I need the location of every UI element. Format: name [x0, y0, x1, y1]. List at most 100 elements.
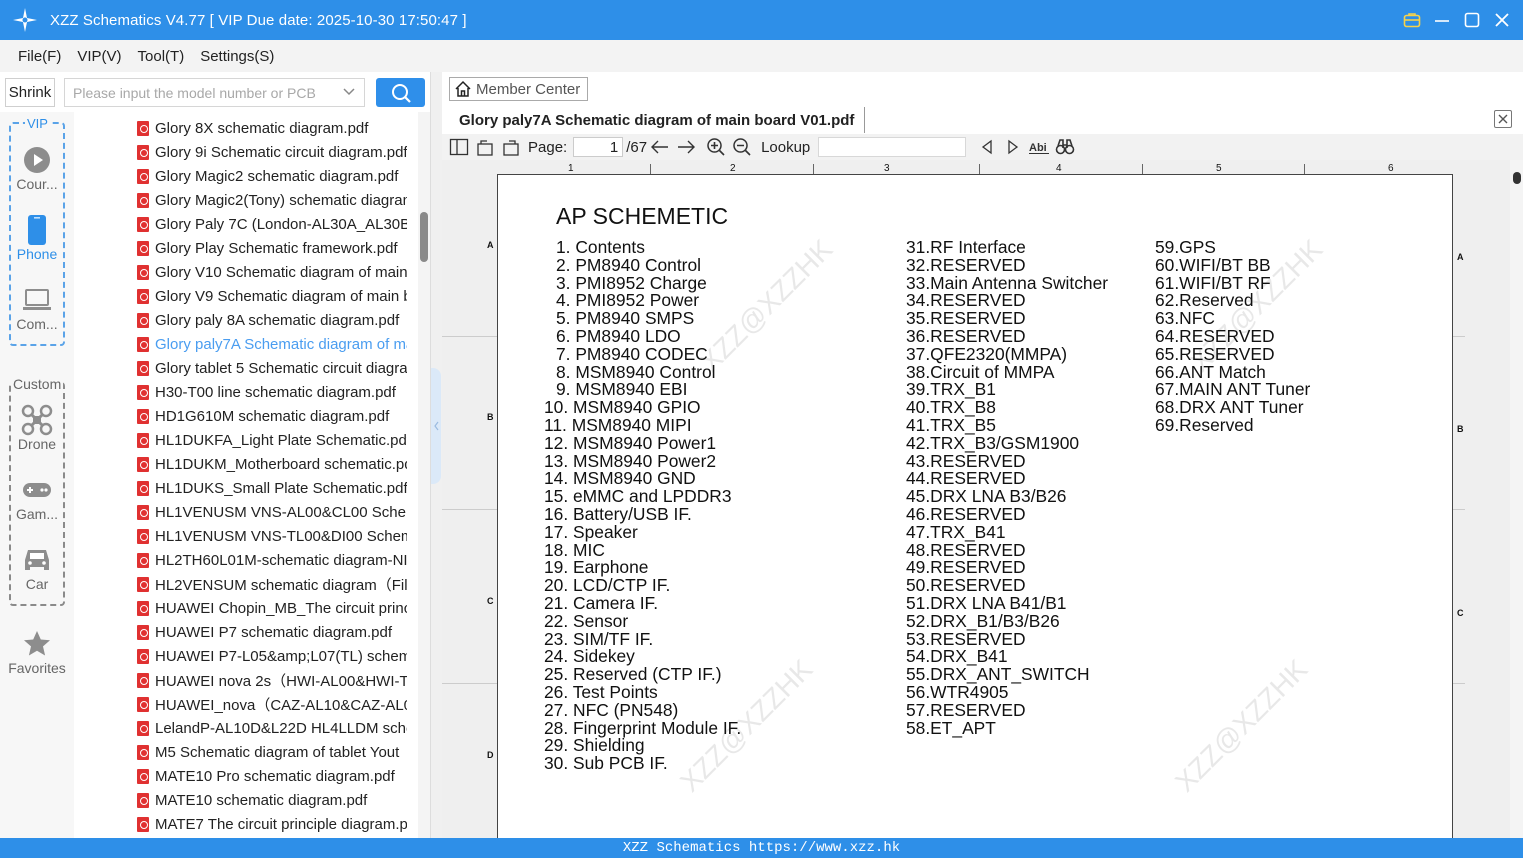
- file-list-item[interactable]: Glory V9 Schematic diagram of main b: [137, 284, 407, 308]
- file-list-item[interactable]: HL2TH60L01M-schematic diagram-NI: [137, 548, 407, 572]
- file-list-item[interactable]: HL1DUKM_Motherboard schematic.pd: [137, 452, 407, 476]
- prev-page-arrow-icon[interactable]: [647, 136, 673, 158]
- menu-settings[interactable]: Settings(S): [200, 48, 274, 65]
- file-list-item[interactable]: HD1G610M schematic diagram.pdf: [137, 404, 407, 428]
- zoom-out-icon[interactable]: [729, 136, 755, 158]
- rotate-right-icon[interactable]: [498, 136, 524, 158]
- vip-badge-icon[interactable]: [1403, 11, 1421, 29]
- zoom-in-icon[interactable]: [703, 136, 729, 158]
- file-list-item[interactable]: Glory Play Schematic framework.pdf: [137, 236, 407, 260]
- minimize-button[interactable]: [1433, 11, 1451, 29]
- menu-file[interactable]: File(F): [18, 48, 61, 65]
- file-list-item[interactable]: Glory 9i Schematic circuit diagram.pdf: [137, 140, 407, 164]
- file-list-item[interactable]: Glory V10 Schematic diagram of main: [137, 260, 407, 284]
- contents-entry: 7. PM8940 CODEC: [556, 343, 708, 364]
- row-mark: B: [1457, 424, 1464, 434]
- contents-entry: 42.TRX_B3/GSM1900: [906, 432, 1080, 453]
- file-list-item[interactable]: Glory Magic2(Tony) schematic diagram: [137, 188, 407, 212]
- page-number-input[interactable]: 1: [573, 137, 624, 157]
- file-list-item[interactable]: HL1DUKS_Small Plate Schematic.pdf: [137, 476, 407, 500]
- sidebar-item-phone[interactable]: Phone: [0, 214, 74, 262]
- phone-icon: [0, 214, 74, 246]
- file-list-item[interactable]: HUAWEI P7 schematic diagram.pdf: [137, 620, 407, 644]
- file-list-item[interactable]: H30-T00 line schematic diagram.pdf: [137, 380, 407, 404]
- search-button[interactable]: [376, 78, 425, 107]
- scrollbar-thumb[interactable]: [420, 212, 428, 262]
- pdf-file-icon: [137, 144, 149, 160]
- page-label: Page:: [528, 138, 568, 156]
- category-sidebar: VIP Custom Cour... Phone Com... Drone Ga…: [0, 112, 74, 838]
- file-list-item[interactable]: HUAWEI_nova（CAZ-AL10&CAZ-AL00: [137, 692, 407, 716]
- close-tab-icon[interactable]: [1494, 110, 1512, 128]
- file-list-item[interactable]: MATE10 Pro schematic diagram.pdf: [137, 764, 407, 788]
- pdf-file-icon: [137, 192, 149, 208]
- contents-column-3: 59.GPS 60.WIFI/BT BB 61.WIFI/BT RF 62.Reser…: [1155, 238, 1310, 435]
- sidebar-item-games[interactable]: Gam...: [0, 474, 74, 522]
- pdf-file-icon: [137, 312, 149, 328]
- sidebar-item-computer[interactable]: Com...: [0, 284, 74, 332]
- contents-entry: 22. Sensor: [544, 610, 629, 631]
- file-list-item[interactable]: Glory tablet 5 Schematic circuit diagra: [137, 356, 407, 380]
- file-list-item[interactable]: HUAWEI Chopin_MB_The circuit princ: [137, 596, 407, 620]
- lookup-input[interactable]: [818, 137, 967, 157]
- chevron-down-icon[interactable]: [342, 85, 356, 102]
- file-list-item[interactable]: Glory Paly 7C (London-AL30A_AL30B_: [137, 212, 407, 236]
- row-mark: C: [487, 596, 494, 606]
- file-list-item[interactable]: HUAWEI P7-L05&amp;L07(TL) schema: [137, 644, 407, 668]
- match-case-icon[interactable]: Abi: [1026, 136, 1052, 158]
- file-name: MATE7 The circuit principle diagram.p: [155, 815, 407, 833]
- file-name: HUAWEI P7-L05&amp;L07(TL) schema: [155, 647, 407, 665]
- document-tab[interactable]: Glory paly7A Schematic diagram of main b…: [449, 107, 866, 133]
- rotate-left-icon[interactable]: [472, 136, 498, 158]
- file-list-item[interactable]: Glory paly 8A schematic diagram.pdf: [137, 308, 407, 332]
- file-list-item[interactable]: HL1DUKFA_Light Plate Schematic.pdf: [137, 428, 407, 452]
- file-list-item[interactable]: HL1VENUSM VNS-TL00&DI00 Schema: [137, 524, 407, 548]
- pdf-file-icon: [137, 456, 149, 472]
- menu-tool[interactable]: Tool(T): [138, 48, 185, 65]
- sidebar-item-drone[interactable]: Drone: [0, 404, 74, 452]
- scrollbar-thumb[interactable]: [1513, 172, 1521, 184]
- document-scrollbar[interactable]: [1510, 160, 1523, 838]
- find-binoculars-icon[interactable]: [1052, 136, 1078, 158]
- contents-entry: 65.RESERVED: [1155, 343, 1275, 364]
- panel-splitter[interactable]: [430, 72, 442, 838]
- file-list-item[interactable]: HUAWEI nova 2s（HWI-AL00&HWI-TI: [137, 668, 407, 692]
- file-list-scrollbar[interactable]: [418, 112, 430, 838]
- collapse-handle[interactable]: [431, 368, 441, 484]
- sidebar-item-courses[interactable]: Cour...: [0, 144, 74, 192]
- file-list-item[interactable]: HL2VENSUM schematic diagram（File: [137, 572, 407, 596]
- sidebar-item-car[interactable]: Car: [0, 544, 74, 592]
- file-name: Glory 8X schematic diagram.pdf: [155, 119, 369, 137]
- sidebar-item-favorites[interactable]: Favorites: [0, 628, 74, 676]
- file-name: Glory Magic2 schematic diagram.pdf: [155, 167, 399, 185]
- menu-vip[interactable]: VIP(V): [77, 48, 121, 65]
- find-next-icon[interactable]: [1000, 136, 1026, 158]
- custom-group-label: Custom: [11, 376, 64, 392]
- file-list-item[interactable]: Glory paly7A Schematic diagram of ma: [137, 332, 407, 356]
- ruler-label: 2: [730, 163, 736, 174]
- pdf-file-icon: [137, 696, 149, 712]
- maximize-button[interactable]: [1463, 11, 1481, 29]
- close-button[interactable]: [1493, 11, 1511, 29]
- next-page-arrow-icon[interactable]: [673, 136, 699, 158]
- file-name: Glory tablet 5 Schematic circuit diagra: [155, 359, 407, 377]
- find-previous-icon[interactable]: [974, 136, 1000, 158]
- file-list-item[interactable]: MATE10 schematic diagram.pdf: [137, 788, 407, 812]
- model-search-input[interactable]: Please input the model number or PCB: [64, 78, 365, 107]
- sidebar-toggle-icon[interactable]: [446, 136, 472, 158]
- sidebar-item-label: Phone: [16, 246, 58, 262]
- drone-icon: [0, 404, 74, 436]
- file-name: Glory paly7A Schematic diagram of ma: [155, 335, 407, 353]
- pdf-file-icon: [137, 648, 149, 664]
- file-list-item[interactable]: LelandP-AL10D&L22D HL4LLDM sche: [137, 716, 407, 740]
- file-list-item[interactable]: M5 Schematic diagram of tablet Yout: [137, 740, 407, 764]
- file-list-item[interactable]: Glory 8X schematic diagram.pdf: [137, 116, 407, 140]
- shrink-button[interactable]: Shrink: [5, 78, 55, 107]
- pdf-file-icon: [137, 600, 149, 616]
- member-center-button[interactable]: Member Center: [449, 77, 588, 101]
- file-list-item[interactable]: Glory Magic2 schematic diagram.pdf: [137, 164, 407, 188]
- file-list-item[interactable]: MATE7 The circuit principle diagram.p: [137, 812, 407, 836]
- file-name: H30-T00 line schematic diagram.pdf: [155, 383, 396, 401]
- file-list-item[interactable]: HL1VENUSM VNS-AL00&CL00 Schem: [137, 500, 407, 524]
- file-name: HL1DUKFA_Light Plate Schematic.pdf: [155, 431, 407, 449]
